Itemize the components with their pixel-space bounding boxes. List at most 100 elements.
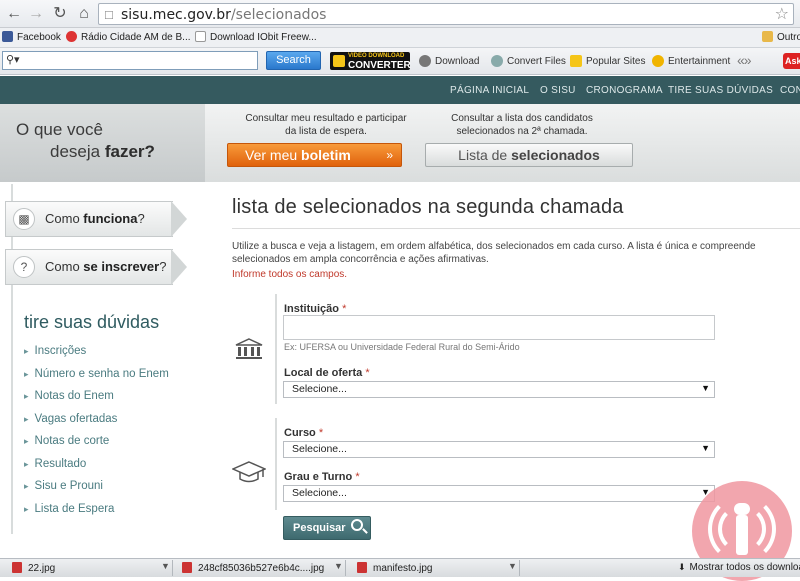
page-title: lista de selecionados na segunda chamada [232,196,624,218]
toolbar-convert-files[interactable]: Convert Files [491,55,566,67]
image-file-icon [357,562,367,573]
chevron-down-icon[interactable]: ▼ [508,561,517,571]
grau-turno-label: Grau e Turno * [284,471,360,483]
bookmark-star-icon[interactable]: ☆ [775,4,789,24]
nav-tire-suas-duvidas[interactable]: TIRE SUAS DÚVIDAS [668,85,773,96]
bar-chart-icon: ▩ [13,208,35,230]
download-item-2[interactable]: 248cf85036b527e6b4c....jpg [182,562,324,574]
hero-option-right-text: Consultar a lista dos candidatos selecion… [451,113,593,137]
instituicao-label: Instituição * [284,303,347,315]
search-icon: ⚲▾ [6,54,20,66]
reload-icon[interactable]: ↻ [50,4,70,24]
browser-toolbar: ⚲▾ Search VIDEO DOWNLOAD CONVERTER Downl… [0,48,800,75]
chevron-right-icon: ▸ [24,459,29,469]
image-file-icon [12,562,22,573]
hero-question-line1: O que você [16,120,103,139]
bookmark-other[interactable]: Outro [762,31,800,43]
lista-de-selecionados-button[interactable]: Lista de selecionados [425,143,633,167]
toolbar-popular-sites[interactable]: Popular Sites [570,55,645,67]
graduation-cap-icon [232,461,266,483]
nav-consultar[interactable]: CONS [780,85,800,96]
image-file-icon [182,562,192,573]
intro-text: Utilize a busca e veja a listagem, em or… [232,241,756,265]
back-icon[interactable]: ← [4,4,24,24]
chevron-right-icon: ▸ [24,369,29,379]
download-arrow-icon: ⬇ [678,562,686,572]
browser-address-bar: ← → ↻ ⌂ □ sisu.mec.gov.br/selecionados ☆ [0,0,800,28]
radio-icon [66,31,77,42]
hero-option-left-text: Consultar meu resultado e participar da l… [245,113,407,137]
bookmark-radio[interactable]: Rádio Cidade AM de B... [66,31,191,43]
faq-item-notas-enem[interactable]: ▸ Notas do Enem [24,390,114,402]
faq-item-notas-corte[interactable]: ▸ Notas de corte [24,435,109,447]
chevron-right-icon: ▸ [24,436,29,446]
page-icon: □ [105,7,113,22]
ver-meu-boletim-button[interactable]: Ver meu boletim » [227,143,402,167]
form-group-divider [275,418,277,510]
download-item-3[interactable]: manifesto.jpg [357,562,432,574]
instituicao-input[interactable] [283,315,715,340]
local-oferta-label: Local de oferta * [284,367,370,379]
site-nav: PÁGINA INICIAL O SISU CRONOGRAMA TIRE SU… [0,76,800,104]
faq-item-vagas[interactable]: ▸ Vagas ofertadas [24,413,117,425]
faq-item-lista-espera[interactable]: ▸ Lista de Espera [24,503,114,515]
title-divider [232,228,800,229]
video-download-converter-logo[interactable]: VIDEO DOWNLOAD CONVERTER [330,52,411,71]
show-all-downloads-link[interactable]: ⬇Mostrar todos os downloads... [678,562,800,573]
chevron-down-icon[interactable]: ▼ [161,561,170,571]
institution-building-icon [235,338,263,359]
url-input[interactable]: □ sisu.mec.gov.br/selecionados ☆ [98,3,794,25]
dropdown-arrow-icon: ▼ [701,443,710,453]
chevron-right-icon: ▸ [24,346,29,356]
form-group-divider [275,294,277,404]
forward-icon[interactable]: → [26,4,46,24]
converter-icon [333,55,345,67]
curso-label: Curso * [284,427,324,439]
question-icon: ? [13,256,35,278]
faq-title: tire suas dúvidas [24,312,160,332]
toolbar-entertainment[interactable]: Entertainment [652,55,730,67]
home-icon[interactable]: ⌂ [74,4,94,24]
como-se-inscrever-tab[interactable]: ? Como se inscrever? [5,249,187,285]
chevron-down-icon[interactable]: ▼ [334,561,343,571]
nav-o-sisu[interactable]: O SISU [540,85,576,96]
bookmarks-bar: Facebook Rádio Cidade AM de B... Downloa… [0,28,800,48]
grau-turno-select[interactable]: Selecione... ▼ [283,485,715,502]
facebook-icon [2,31,13,42]
bookmark-iobit[interactable]: Download IObit Freew... [195,31,317,43]
pesquisar-button[interactable]: Pesquisar [283,516,371,540]
faq-item-sisu-prouni[interactable]: ▸ Sisu e Prouni [24,480,103,492]
faq-item-numero-senha[interactable]: ▸ Número e senha no Enem [24,368,169,380]
dropdown-arrow-icon: ▼ [701,383,710,393]
como-funciona-tab[interactable]: ▩ Como funciona? [5,201,187,237]
toolbar-search-input[interactable]: ⚲▾ [2,51,258,70]
ask-logo[interactable]: Ask [783,53,800,69]
nav-cronograma[interactable]: CRONOGRAMA [586,85,663,96]
download-item-1[interactable]: 22.jpg [12,562,55,574]
toolbar-download[interactable]: Download [419,55,479,67]
chevron-right-icon: ▸ [24,504,29,514]
popular-sites-icon [570,55,582,67]
toolbar-search-button[interactable]: Search [266,51,321,70]
chevron-right-icon: ▸ [24,481,29,491]
toolbar-scroll-arrows-icon[interactable]: «» [737,52,752,68]
url-text: sisu.mec.gov.br/selecionados [121,7,327,23]
page-icon [195,31,206,42]
nav-pagina-inicial[interactable]: PÁGINA INICIAL [450,85,529,96]
convert-icon [491,55,503,67]
chevron-right-icon: ▸ [24,391,29,401]
instituicao-hint: Ex: UFERSA ou Universidade Federal Rural… [284,342,520,352]
download-bar: 22.jpg ▼ 248cf85036b527e6b4c....jpg ▼ ma… [0,558,800,577]
double-chevron-right-icon: » [386,148,393,162]
required-note: Informe todos os campos. [232,269,348,280]
search-icon [351,519,363,531]
hero-question-line2: deseja fazer? [50,142,155,161]
chevron-right-icon: ▸ [24,414,29,424]
star-icon [652,55,664,67]
folder-icon [762,31,773,42]
faq-item-resultado[interactable]: ▸ Resultado [24,458,86,470]
curso-select[interactable]: Selecione... ▼ [283,441,715,458]
faq-item-inscricoes[interactable]: ▸ Inscrições [24,345,86,357]
bookmark-facebook[interactable]: Facebook [2,31,61,43]
local-oferta-select[interactable]: Selecione... ▼ [283,381,715,398]
